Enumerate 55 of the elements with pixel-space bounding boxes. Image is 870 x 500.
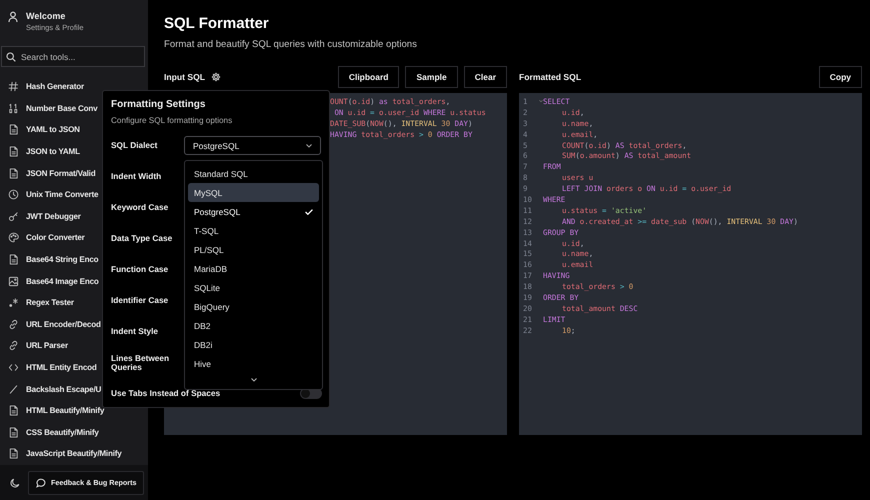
hash-icon — [8, 81, 19, 92]
menu-option[interactable]: DB2i — [188, 335, 319, 354]
menu-option[interactable]: PostgreSQL — [188, 202, 319, 221]
toolbar-button[interactable]: Clear — [464, 66, 507, 88]
menu-option[interactable]: MySQL — [188, 183, 319, 202]
search-field[interactable]: Search tools... — [1, 46, 145, 67]
clock-icon — [8, 189, 19, 200]
chevron-down-icon — [306, 144, 312, 148]
menu-option[interactable]: BigQuery — [188, 297, 319, 316]
page-subtitle: Format and beautify SQL queries with customizable options — [164, 39, 418, 51]
menu-option[interactable]: MariaDB — [188, 259, 319, 278]
menu-option[interactable]: PL/SQL — [188, 240, 319, 259]
toolbar-button[interactable]: Clipboard — [338, 66, 400, 88]
document-icon — [8, 254, 19, 266]
document-icon — [8, 405, 19, 416]
menu-option[interactable]: T-SQL — [188, 221, 319, 240]
sidebar-item[interactable]: JavaScript Beautify/Minify — [0, 443, 148, 465]
slash-icon — [8, 384, 19, 395]
menu-option[interactable]: DB2 — [188, 316, 319, 335]
search-icon — [6, 52, 16, 62]
setting-label: Indent Width — [111, 172, 162, 181]
sidebar-item[interactable]: CSS Beautify/Minify — [0, 422, 148, 444]
menu-option[interactable]: SQLite — [188, 278, 319, 297]
user-icon[interactable] — [8, 11, 18, 23]
link-icon — [8, 318, 19, 330]
chevron-down-icon[interactable] — [250, 378, 256, 382]
key-icon — [8, 210, 19, 222]
panel-title: Formatted SQL — [519, 72, 582, 82]
sidebar-item[interactable]: HTML Beautify/Minify — [0, 400, 148, 422]
menu-option[interactable]: Hive — [188, 354, 319, 373]
document-icon — [8, 124, 19, 136]
checkmark-icon — [305, 208, 313, 214]
moon-icon[interactable] — [10, 478, 20, 488]
toolbar-button[interactable]: Sample — [405, 66, 458, 88]
document-icon — [8, 146, 19, 158]
setting-label: SQL Dialect — [111, 141, 158, 150]
document-icon — [8, 448, 19, 460]
link-icon — [8, 340, 19, 352]
code-icon — [8, 362, 19, 374]
setting-label: Indent Style — [111, 327, 160, 336]
settings-icon[interactable] — [211, 72, 222, 82]
document-icon — [8, 168, 19, 179]
profile-title[interactable]: Welcome — [26, 11, 84, 22]
asterisk-icon — [8, 297, 19, 308]
binary-icon — [8, 102, 19, 114]
panel-title: Input SQL — [164, 72, 206, 82]
chat-bubble-icon — [36, 478, 46, 488]
menu-option[interactable]: Standard SQL — [188, 164, 319, 183]
palette-icon — [8, 232, 19, 244]
image-icon — [8, 276, 19, 287]
page-title: SQL Formatter — [164, 15, 270, 33]
dialect-select[interactable]: PostgreSQL — [184, 136, 321, 155]
copy-button[interactable]: Copy — [818, 66, 862, 88]
document-icon — [8, 426, 19, 438]
sidebar-item[interactable]: Hash Generator — [0, 76, 148, 98]
